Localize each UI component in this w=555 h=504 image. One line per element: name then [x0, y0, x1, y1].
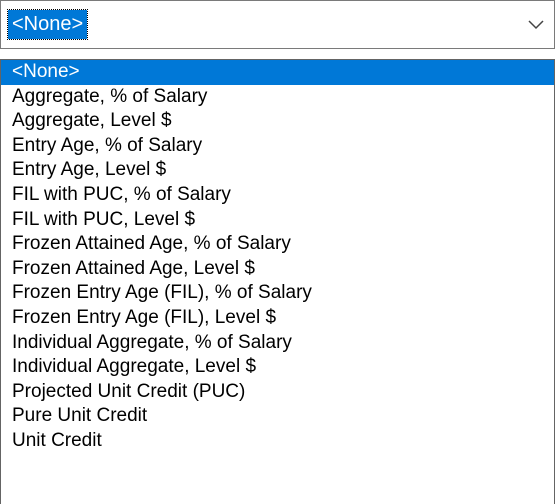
- list-item[interactable]: Frozen Attained Age, % of Salary: [1, 232, 554, 257]
- list-item[interactable]: Individual Aggregate, Level $: [1, 355, 554, 380]
- list-item[interactable]: Aggregate, % of Salary: [1, 85, 554, 110]
- list-item[interactable]: FIL with PUC, Level $: [1, 208, 554, 233]
- list-item[interactable]: <None>: [1, 60, 554, 85]
- chevron-down-icon: [527, 19, 544, 29]
- list-item[interactable]: Frozen Entry Age (FIL), % of Salary: [1, 281, 554, 306]
- list-item[interactable]: Aggregate, Level $: [1, 109, 554, 134]
- list-item[interactable]: Pure Unit Credit: [1, 404, 554, 429]
- list-item[interactable]: FIL with PUC, % of Salary: [1, 183, 554, 208]
- dropdown-button[interactable]: [516, 1, 554, 48]
- combo-selected-value[interactable]: <None>: [6, 9, 89, 40]
- list-item[interactable]: Unit Credit: [1, 429, 554, 454]
- list-item[interactable]: Frozen Entry Age (FIL), Level $: [1, 306, 554, 331]
- list-item[interactable]: Frozen Attained Age, Level $: [1, 257, 554, 282]
- list-item[interactable]: Entry Age, Level $: [1, 158, 554, 183]
- list-item[interactable]: Individual Aggregate, % of Salary: [1, 331, 554, 356]
- list-item[interactable]: Entry Age, % of Salary: [1, 134, 554, 159]
- list-item[interactable]: Projected Unit Credit (PUC): [1, 380, 554, 405]
- dropdown-list[interactable]: <None> Aggregate, % of Salary Aggregate,…: [0, 59, 555, 504]
- method-combobox[interactable]: <None>: [0, 0, 555, 49]
